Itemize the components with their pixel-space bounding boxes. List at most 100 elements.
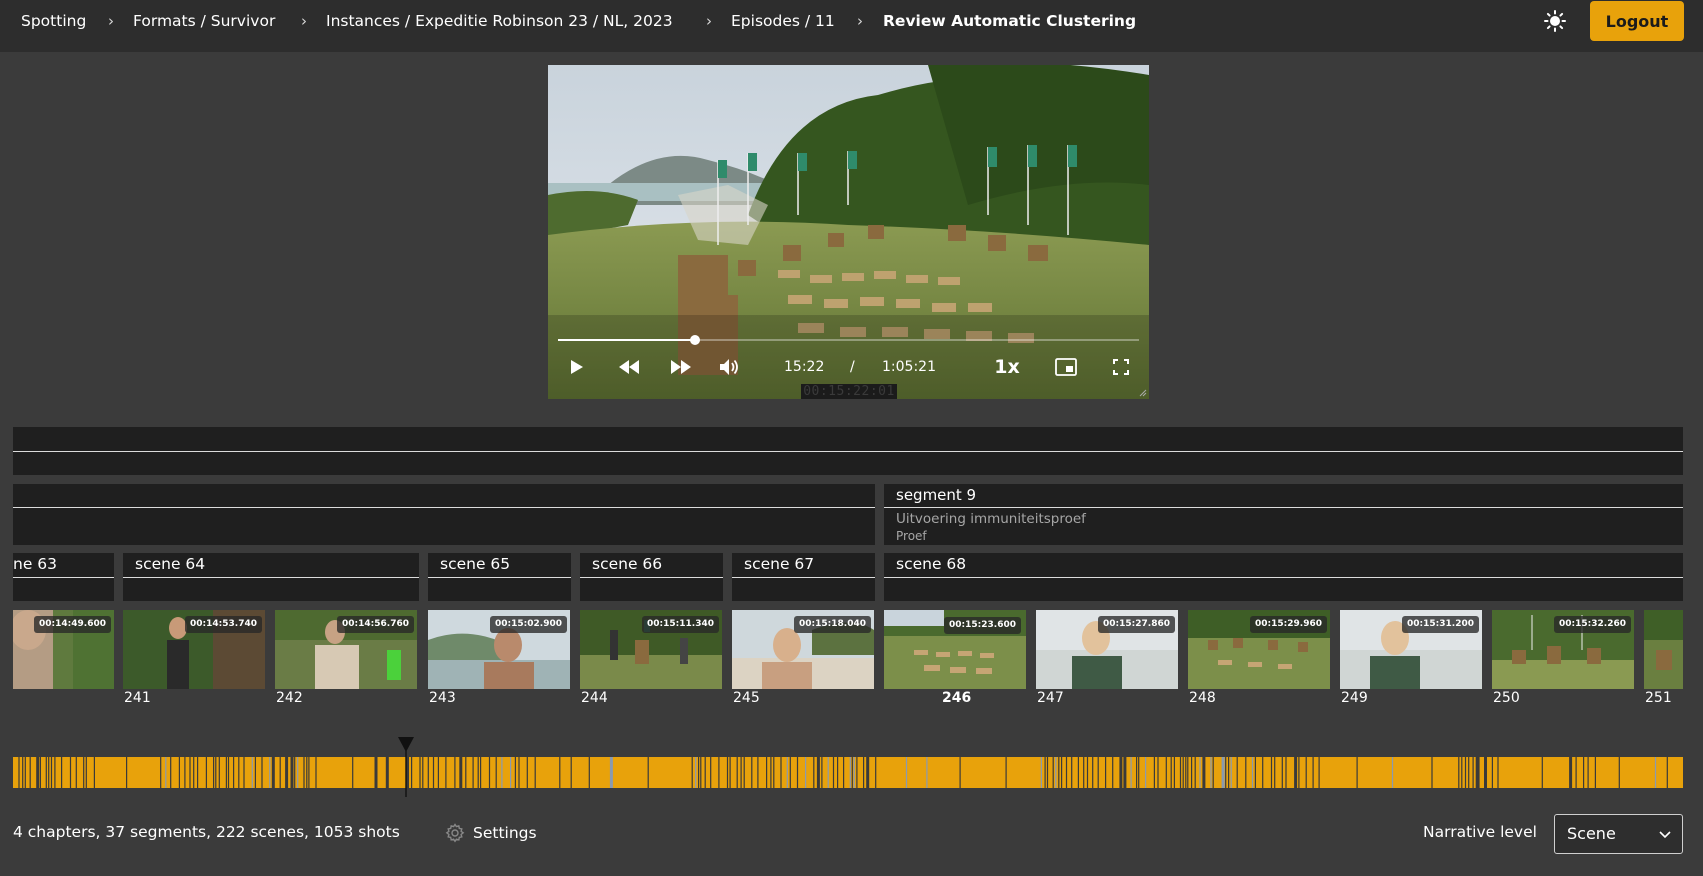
shot-boundary	[726, 757, 729, 788]
shot-boundary	[1130, 757, 1132, 788]
narrative-level-select[interactable]: Scene	[1554, 814, 1683, 854]
settings-label: Settings	[473, 824, 537, 842]
playback-speed-button[interactable]: 1x	[992, 355, 1022, 379]
top-bar: Spotting › Formats / Survivor › Instance…	[0, 0, 1703, 52]
shot-boundary	[856, 757, 858, 788]
shot-boundary	[740, 757, 742, 788]
shot-thumbnail[interactable]	[1644, 610, 1683, 689]
shot-boundary	[851, 757, 853, 788]
picture-in-picture-button[interactable]	[1053, 355, 1079, 379]
shot-thumbnail[interactable]: 00:15:31.200	[1340, 610, 1482, 689]
fast-forward-button[interactable]	[668, 355, 694, 379]
gear-icon	[445, 823, 465, 843]
episode-overview-strip[interactable]	[13, 757, 1683, 788]
video-player[interactable]: 15:22 / 1:05:21 1x 00:15:22:01	[548, 65, 1149, 399]
segment-description: Uitvoering immuniteitsproef	[896, 511, 1086, 527]
play-button[interactable]	[566, 355, 588, 379]
shot-boundary	[303, 757, 305, 788]
shot-boundary	[559, 757, 561, 788]
shot-boundary	[700, 757, 702, 788]
shot-boundary	[165, 757, 167, 788]
shot-thumbnail[interactable]: 00:15:18.040	[732, 610, 874, 689]
logout-button[interactable]: Logout	[1590, 1, 1684, 41]
scene-65[interactable]: scene 65	[428, 553, 571, 601]
shot-boundary	[1191, 757, 1193, 788]
shot-boundary	[718, 757, 720, 788]
play-icon	[571, 360, 583, 374]
shot-thumbnail[interactable]: 00:15:32.260	[1492, 610, 1634, 689]
scene-68[interactable]: scene 68	[884, 553, 1683, 601]
scene-63[interactable]: ne 63	[13, 553, 114, 601]
chapter-band[interactable]	[13, 427, 1683, 475]
shot-boundary	[197, 757, 199, 788]
breadcrumb-instances[interactable]: Instances / Expeditie Robinson 23 / NL, …	[326, 10, 673, 32]
shot-boundary	[427, 757, 429, 788]
shot-boundary	[1046, 757, 1049, 788]
shot-thumbnail[interactable]: 00:14:56.760	[275, 610, 417, 689]
shot-boundary	[1221, 757, 1225, 788]
segment-9-band[interactable]: segment 9 Uitvoering immuniteitsproef Pr…	[884, 484, 1683, 545]
shot-boundary	[827, 757, 829, 788]
settings-button[interactable]: Settings	[445, 822, 537, 844]
shot-boundary	[1187, 757, 1189, 788]
scene-label: scene 68	[896, 555, 967, 573]
shot-boundary	[290, 757, 294, 788]
shot-boundary	[1583, 757, 1585, 788]
shot-thumbnail-active[interactable]: 00:15:23.600	[884, 610, 1026, 689]
shot-boundary	[315, 757, 317, 788]
shot-image	[1644, 610, 1683, 689]
shot-boundary	[61, 757, 63, 788]
scene-label: scene 66	[592, 555, 663, 573]
shot-boundary	[1199, 757, 1201, 788]
shot-thumbnail[interactable]: 00:14:49.600	[13, 610, 114, 689]
shot-number: 243	[429, 690, 456, 706]
breadcrumb-formats[interactable]: Formats / Survivor	[133, 10, 275, 32]
scene-67[interactable]: scene 67	[732, 553, 875, 601]
shot-boundary	[1569, 757, 1573, 788]
shot-boundary	[1228, 757, 1230, 788]
scene-64[interactable]: scene 64	[123, 553, 419, 601]
shot-thumbnail[interactable]: 00:15:27.860	[1036, 610, 1178, 689]
sun-icon	[1544, 10, 1566, 32]
shot-boundary	[514, 757, 516, 788]
chevron-down-icon	[1659, 831, 1671, 839]
band-divider	[13, 451, 1683, 452]
shot-boundary	[93, 757, 95, 788]
shot-boundary	[472, 757, 474, 788]
volume-button[interactable]	[717, 355, 743, 379]
scene-66[interactable]: scene 66	[580, 553, 723, 601]
shot-boundary	[1170, 757, 1172, 788]
segment-title: segment 9	[896, 486, 977, 504]
breadcrumb-episodes[interactable]: Episodes / 11	[731, 10, 835, 32]
segment-previous-band[interactable]	[13, 484, 875, 545]
shot-thumbnail[interactable]: 00:15:02.900	[428, 610, 570, 689]
shot-thumbnail[interactable]: 00:15:29.960	[1188, 610, 1330, 689]
fast-forward-icon	[671, 360, 691, 374]
rewind-button[interactable]	[616, 355, 642, 379]
shot-boundary	[454, 757, 456, 788]
shot-boundary	[215, 757, 217, 788]
theme-toggle-button[interactable]	[1538, 7, 1572, 35]
shot-boundary	[1281, 757, 1283, 788]
resize-handle-icon[interactable]	[1139, 389, 1147, 397]
shot-timestamp: 00:14:53.740	[185, 616, 262, 633]
video-progress-bar[interactable]	[558, 335, 1139, 345]
shot-boundary	[1182, 757, 1184, 788]
shot-timestamp: 00:15:18.040	[794, 616, 871, 633]
fullscreen-button[interactable]	[1109, 355, 1133, 379]
shot-boundary	[1472, 757, 1474, 788]
shot-boundary	[374, 757, 378, 788]
shot-number: 247	[1037, 690, 1064, 706]
shot-thumbnail[interactable]: 00:15:11.340	[580, 610, 722, 689]
breadcrumb-spotting[interactable]: Spotting	[21, 10, 86, 32]
shot-thumbnail[interactable]: 00:14:53.740	[123, 610, 265, 689]
shot-boundary	[233, 757, 235, 788]
video-progress-handle[interactable]	[689, 335, 700, 345]
shot-boundary	[1083, 757, 1085, 788]
shot-boundary	[875, 757, 877, 788]
shot-boundary	[518, 757, 520, 788]
playhead-marker[interactable]	[398, 737, 414, 797]
shot-boundary	[780, 757, 782, 788]
shot-boundary	[813, 757, 815, 788]
shot-boundary	[261, 757, 263, 788]
